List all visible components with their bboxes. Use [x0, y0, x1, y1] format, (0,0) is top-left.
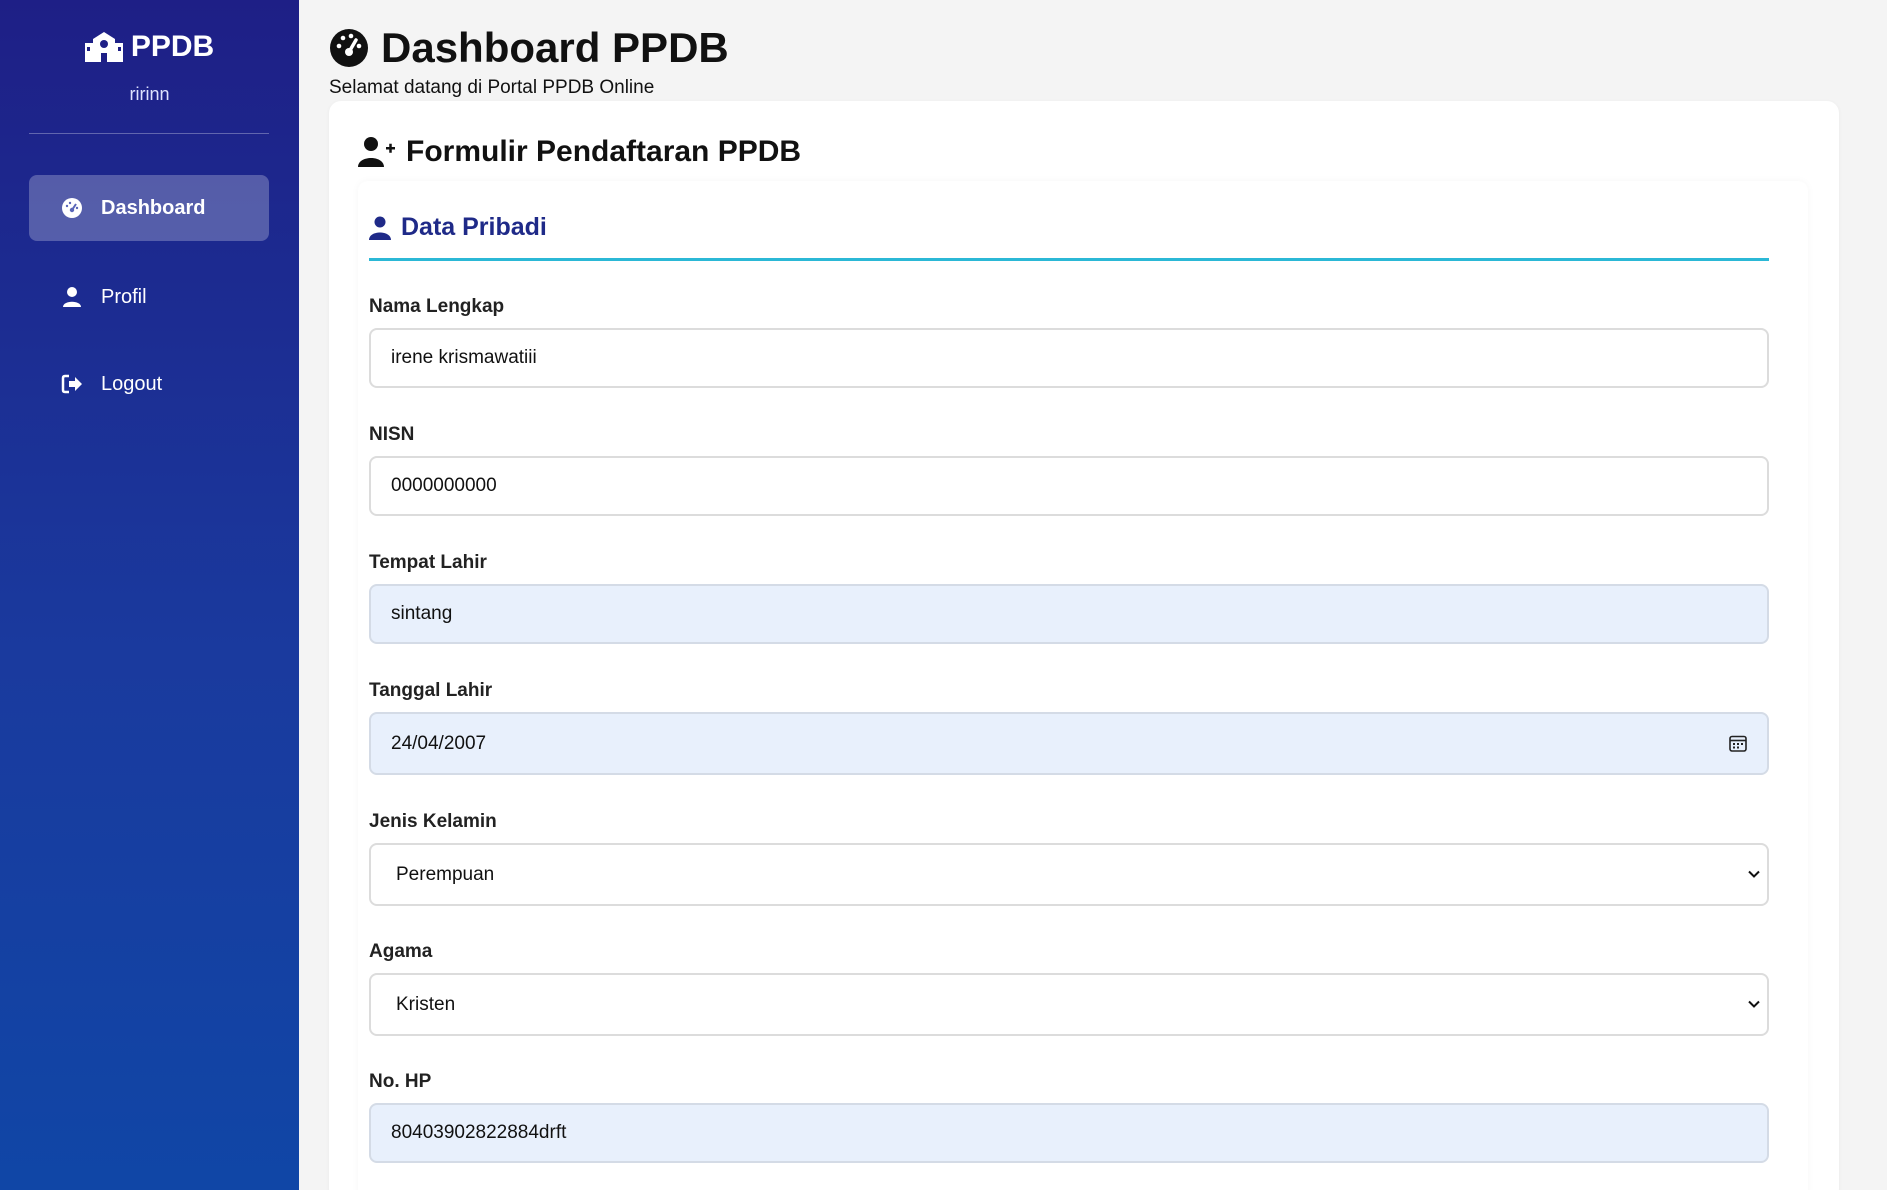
- nama-lengkap-label: Nama Lengkap: [369, 296, 505, 317]
- page-title-text: Dashboard PPDB: [381, 24, 729, 71]
- user-icon: [369, 216, 391, 240]
- chevron-down-icon: [1748, 870, 1760, 878]
- page-title: Dashboard PPDB: [329, 24, 729, 72]
- user-icon: [63, 287, 81, 307]
- section-title-text: Data Pribadi: [401, 213, 547, 241]
- username: ririnn: [129, 84, 170, 104]
- no-hp-input[interactable]: 80403902822884drft: [369, 1103, 1769, 1163]
- nama-lengkap-input[interactable]: irene krismawatiii: [369, 328, 1769, 388]
- tanggal-lahir-value: 24/04/2007: [391, 732, 487, 754]
- tempat-lahir-value: sintang: [391, 603, 453, 624]
- sidebar-item-profil[interactable]: Profil: [29, 264, 269, 330]
- agama-select[interactable]: Kristen: [369, 973, 1769, 1036]
- no-hp-value: 80403902822884drft: [391, 1122, 567, 1143]
- sidebar-item-label: Logout: [101, 372, 163, 395]
- jenis-kelamin-label: Jenis Kelamin: [369, 811, 497, 832]
- gauge-icon: [62, 198, 82, 218]
- nisn-input[interactable]: 0000000000: [369, 456, 1769, 516]
- section-divider: [369, 258, 1769, 261]
- sidebar-divider: [29, 133, 269, 134]
- sidebar-item-logout[interactable]: Logout: [29, 351, 269, 417]
- brand-label: PPDB: [130, 30, 215, 63]
- sidebar-item-label: Dashboard: [101, 196, 206, 219]
- logout-icon: [61, 374, 82, 394]
- gauge-icon: [330, 29, 368, 67]
- no-hp-label: No. HP: [369, 1071, 432, 1092]
- sidebar-item-dashboard[interactable]: Dashboard: [29, 175, 269, 241]
- sidebar: PPDB ririnn Dashboard Profil Logout: [0, 0, 299, 1190]
- calendar-icon[interactable]: [1729, 734, 1747, 752]
- tanggal-lahir-label: Tanggal Lahir: [369, 680, 493, 701]
- nama-lengkap-value: irene krismawatiii: [391, 347, 537, 368]
- registration-card: Formulir Pendaftaran PPDB Data Pribadi N…: [329, 101, 1839, 1190]
- chevron-down-icon: [1748, 1000, 1760, 1008]
- form-title-text: Formulir Pendaftaran PPDB: [406, 135, 802, 168]
- jenis-kelamin-select[interactable]: Perempuan: [369, 843, 1769, 906]
- tempat-lahir-input[interactable]: sintang: [369, 584, 1769, 644]
- section-title: Data Pribadi: [369, 213, 547, 242]
- tempat-lahir-label: Tempat Lahir: [369, 552, 487, 573]
- nisn-label: NISN: [369, 424, 415, 445]
- agama-value: Kristen: [396, 993, 456, 1015]
- school-icon: [84, 32, 123, 62]
- user-plus-icon: [358, 137, 395, 167]
- brand: PPDB: [0, 30, 299, 64]
- form-title: Formulir Pendaftaran PPDB: [358, 135, 801, 169]
- sidebar-item-label: Profil: [101, 285, 147, 308]
- jenis-kelamin-value: Perempuan: [396, 863, 495, 885]
- agama-label: Agama: [369, 941, 433, 962]
- nisn-value: 0000000000: [391, 475, 497, 496]
- page-subtitle: Selamat datang di Portal PPDB Online: [329, 77, 655, 98]
- tanggal-lahir-input[interactable]: 24/04/2007: [369, 712, 1769, 775]
